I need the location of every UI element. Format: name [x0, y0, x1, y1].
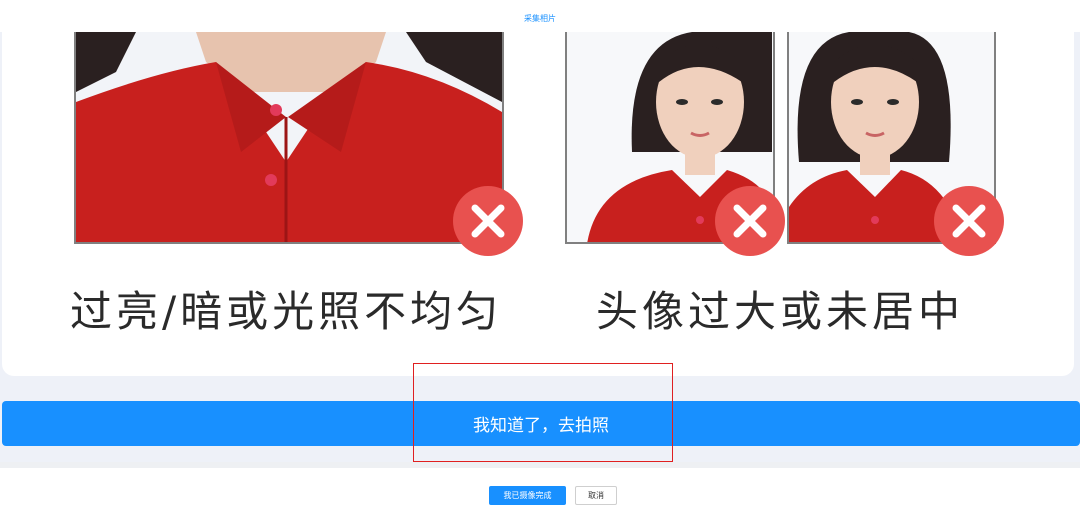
- photo-done-button[interactable]: 我已摄像完成: [489, 486, 566, 505]
- footer-bar: 我已摄像完成 取消: [0, 462, 1080, 511]
- caption-lighting: 过亮/暗或光照不均匀: [70, 287, 503, 336]
- close-icon: [934, 186, 1004, 256]
- header-bar: 采集相片: [0, 0, 1080, 32]
- guidance-card: 过亮/暗或光照不均匀 头像过大或未居中: [2, 32, 1074, 376]
- close-icon: [715, 186, 785, 256]
- caption-off-center: 头像过大或未居中: [596, 287, 965, 336]
- page-title: 采集相片: [524, 14, 556, 23]
- cancel-button[interactable]: 取消: [575, 486, 617, 505]
- close-icon: [453, 186, 523, 256]
- go-take-photo-button[interactable]: 我知道了，去拍照: [2, 401, 1080, 446]
- content-area: 过亮/暗或光照不均匀 头像过大或未居中 我知道了，去拍照: [0, 32, 1080, 462]
- example-photo-close-up: [74, 32, 504, 244]
